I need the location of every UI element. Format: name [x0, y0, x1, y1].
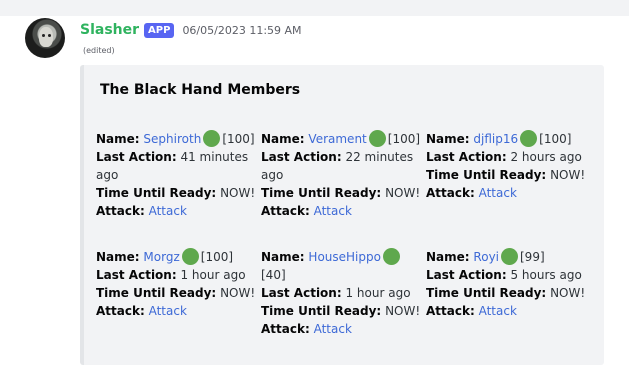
attack-link[interactable]: Attack — [149, 204, 187, 218]
attack-link[interactable]: Attack — [314, 322, 352, 336]
last-action-label: Last Action: — [261, 286, 342, 300]
attack-label: Attack: — [261, 322, 310, 336]
member-field: Name: djflip16 [100] Last Action: 2 hours… — [426, 130, 586, 202]
member-name-link[interactable]: Morgz — [143, 250, 179, 264]
embed: The Black Hand Members Name: Sephiroth [1… — [80, 65, 604, 365]
green-circle-icon — [382, 248, 400, 265]
member-name-link[interactable]: HouseHippo — [308, 250, 381, 264]
name-label: Name: — [96, 132, 140, 146]
last-action-label: Last Action: — [96, 268, 177, 282]
avatar-eye-right — [48, 34, 51, 37]
member-name-link[interactable]: Sephiroth — [143, 132, 201, 146]
member-last-action: 1 hour ago — [345, 286, 411, 300]
attack-label: Attack: — [96, 304, 145, 318]
member-level: [100] — [222, 132, 255, 146]
member-name-link[interactable]: Royi — [473, 250, 499, 264]
member-field: Name: Sephiroth [100] Last Action: 41 min… — [96, 130, 256, 220]
member-ready: NOW! — [385, 186, 421, 200]
attack-link[interactable]: Attack — [314, 204, 352, 218]
member-level: [100] — [387, 132, 421, 146]
time-until-ready-label: Time Until Ready: — [426, 286, 547, 300]
time-until-ready-label: Time Until Ready: — [261, 304, 382, 318]
member-level: [99] — [520, 250, 545, 264]
attack-label: Attack: — [426, 304, 475, 318]
author-name[interactable]: Slasher — [80, 22, 139, 38]
member-field: Name: Royi [99] Last Action: 5 hours ago … — [426, 248, 586, 320]
member-ready: NOW! — [385, 304, 421, 318]
name-label: Name: — [426, 132, 470, 146]
member-ready: NOW! — [220, 286, 256, 300]
name-label: Name: — [426, 250, 470, 264]
green-circle-icon — [520, 130, 538, 147]
time-until-ready-label: Time Until Ready: — [261, 186, 382, 200]
last-action-label: Last Action: — [426, 150, 507, 164]
member-last-action: 2 hours ago — [510, 150, 582, 164]
green-circle-icon — [181, 248, 199, 265]
member-name-link[interactable]: djflip16 — [473, 132, 518, 146]
name-label: Name: — [261, 132, 305, 146]
attack-link[interactable]: Attack — [149, 304, 187, 318]
last-action-label: Last Action: — [261, 150, 342, 164]
green-circle-icon — [501, 248, 518, 265]
name-label: Name: — [96, 250, 140, 264]
avatar-face — [39, 27, 53, 47]
last-action-label: Last Action: — [96, 150, 177, 164]
member-field: Name: HouseHippo [40] Last Action: 1 hou… — [261, 248, 421, 338]
embed-title: The Black Hand Members — [100, 82, 301, 98]
attack-label: Attack: — [426, 186, 475, 200]
member-ready: NOW! — [550, 168, 586, 182]
edited-indicator: (edited) — [83, 46, 115, 55]
green-circle-icon — [368, 130, 386, 147]
avatar[interactable] — [25, 18, 65, 58]
time-until-ready-label: Time Until Ready: — [96, 186, 217, 200]
attack-link[interactable]: Attack — [479, 186, 517, 200]
previous-message-strip — [0, 0, 629, 16]
timestamp: 06/05/2023 11:59 AM — [182, 23, 302, 37]
green-circle-icon — [203, 130, 221, 147]
avatar-eye-left — [42, 34, 45, 37]
member-field: Name: Verament [100] Last Action: 22 minu… — [261, 130, 421, 220]
member-last-action: 1 hour ago — [180, 268, 246, 282]
attack-link[interactable]: Attack — [479, 304, 517, 318]
member-level: [100] — [539, 132, 572, 146]
time-until-ready-label: Time Until Ready: — [426, 168, 547, 182]
attack-label: Attack: — [261, 204, 310, 218]
member-name-link[interactable]: Verament — [308, 132, 366, 146]
member-field: Name: Morgz [100] Last Action: 1 hour ago… — [96, 248, 256, 320]
attack-label: Attack: — [96, 204, 145, 218]
member-ready: NOW! — [220, 186, 256, 200]
time-until-ready-label: Time Until Ready: — [96, 286, 217, 300]
member-ready: NOW! — [550, 286, 586, 300]
last-action-label: Last Action: — [426, 268, 507, 282]
name-label: Name: — [261, 250, 305, 264]
app-badge: APP — [144, 22, 175, 38]
member-last-action: 5 hours ago — [510, 268, 582, 282]
message-header: Slasher APP 06/05/2023 11:59 AM — [80, 20, 302, 40]
member-level: [100] — [200, 250, 234, 264]
member-level: [40] — [261, 268, 286, 282]
